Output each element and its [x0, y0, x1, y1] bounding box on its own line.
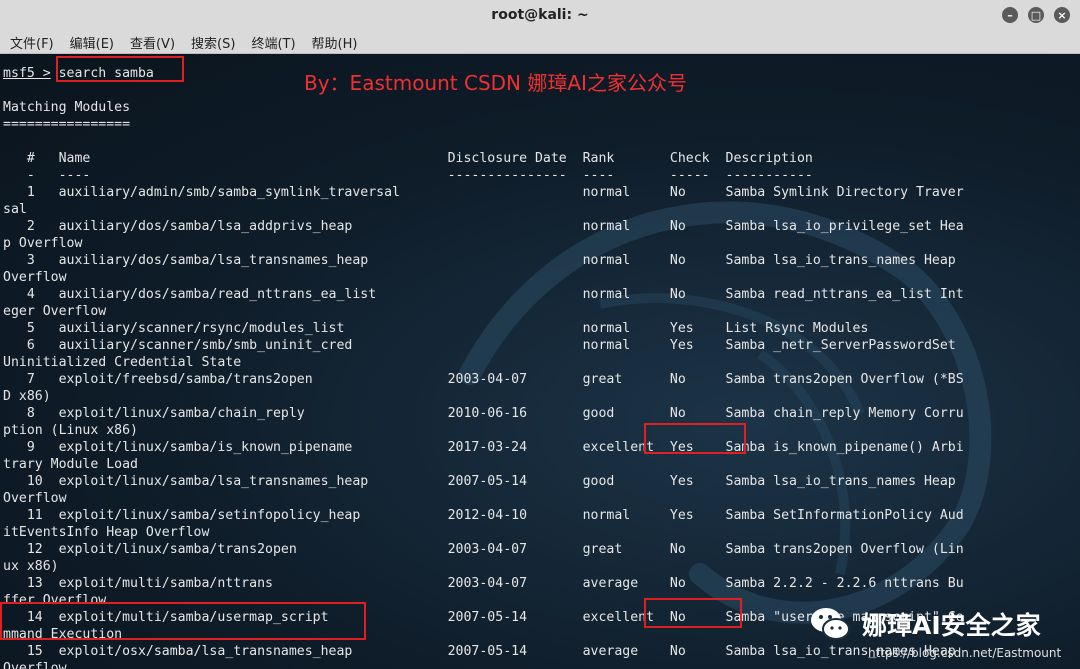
author-watermark: By：Eastmount CSDN 娜璋AI之家公众号 — [304, 71, 687, 95]
brand-logo: 娜璋AI安全之家 — [808, 602, 1041, 646]
terminal-line: 11 exploit/linux/samba/setinfopolicy_hea… — [3, 508, 964, 523]
terminal-line: 8 exploit/linux/samba/chain_reply 2010-0… — [3, 406, 964, 421]
window-title: root@kali: ~ — [491, 7, 589, 23]
menu-view[interactable]: 查看(V) — [130, 33, 175, 52]
terminal-line: Matching Modules — [3, 100, 131, 115]
terminal-view[interactable]: msf5 > search samba Matching Modules ===… — [0, 54, 1080, 669]
highlight-rank-row9 — [644, 423, 746, 454]
terminal-line: # Name Disclosure Date Rank Check Descri… — [3, 151, 813, 166]
terminal-line: Overflow — [3, 270, 67, 285]
maximize-icon[interactable]: □ — [1028, 7, 1044, 23]
menu-terminal[interactable]: 终端(T) — [251, 33, 295, 52]
terminal-output: msf5 > search samba Matching Modules ===… — [3, 65, 964, 669]
terminal-line: Overflow — [3, 661, 67, 669]
terminal-line: 7 exploit/freebsd/samba/trans2open 2003-… — [3, 372, 964, 387]
terminal-line: ux x86) — [3, 559, 59, 574]
wechat-icon — [811, 608, 850, 640]
menu-bar: 文件(F) 编辑(E) 查看(V) 搜索(S) 终端(T) 帮助(H) — [0, 32, 1080, 54]
terminal-line: 13 exploit/multi/samba/nttrans 2003-04-0… — [3, 576, 964, 591]
brand-logo-text: 娜璋AI安全之家 — [862, 611, 1041, 640]
terminal-line: 12 exploit/linux/samba/trans2open 2003-0… — [3, 542, 964, 557]
close-icon[interactable]: × — [1054, 7, 1070, 23]
terminal-line: 15 exploit/osx/samba/lsa_transnames_heap… — [3, 644, 956, 659]
terminal-line: ================ — [3, 117, 131, 132]
terminal-line: Uninitialized Credential State — [3, 355, 242, 370]
menu-search[interactable]: 搜索(S) — [191, 33, 235, 52]
terminal-line: 2 auxiliary/dos/samba/lsa_addprivs_heap … — [3, 219, 964, 234]
terminal-line: trary Module Load — [3, 457, 138, 472]
terminal-line: 5 auxiliary/scanner/rsync/modules_list n… — [3, 321, 869, 336]
blog-url: https://blog.csdn.net/Eastmount — [868, 646, 1062, 660]
terminal-line: Overflow — [3, 491, 67, 506]
terminal-line: ption (Linux x86) — [3, 423, 138, 438]
terminal-line: D x86) — [3, 389, 51, 404]
highlight-row14 — [0, 602, 366, 640]
terminal-prompt: msf5 > — [3, 66, 51, 81]
terminal-line: 1 auxiliary/admin/smb/samba_symlink_trav… — [3, 185, 964, 200]
window-titlebar: root@kali: ~ – □ × — [0, 0, 1080, 32]
menu-help[interactable]: 帮助(H) — [312, 33, 358, 52]
terminal-lines: Matching Modules ================ # Name… — [3, 100, 964, 669]
menu-file[interactable]: 文件(F) — [10, 33, 54, 52]
window-controls: – □ × — [1002, 7, 1070, 23]
terminal-line: - ---- --------------- ---- ----- ------… — [3, 168, 813, 183]
terminal-line: itEventsInfo Heap Overflow — [3, 525, 210, 540]
highlight-command — [56, 56, 184, 82]
terminal-line: 6 auxiliary/scanner/smb/smb_uninit_cred … — [3, 338, 956, 353]
terminal-line: eger Overflow — [3, 304, 107, 319]
terminal-line: p Overflow — [3, 236, 83, 251]
terminal-line: sal — [3, 202, 27, 217]
terminal-line: 10 exploit/linux/samba/lsa_transnames_he… — [3, 474, 956, 489]
menu-edit[interactable]: 编辑(E) — [70, 33, 114, 52]
minimize-icon[interactable]: – — [1002, 7, 1018, 23]
terminal-line: 4 auxiliary/dos/samba/read_nttrans_ea_li… — [3, 287, 964, 302]
terminal-line: 9 exploit/linux/samba/is_known_pipename … — [3, 440, 964, 455]
highlight-rank-row14 — [644, 598, 742, 628]
terminal-line: 3 auxiliary/dos/samba/lsa_transnames_hea… — [3, 253, 956, 268]
